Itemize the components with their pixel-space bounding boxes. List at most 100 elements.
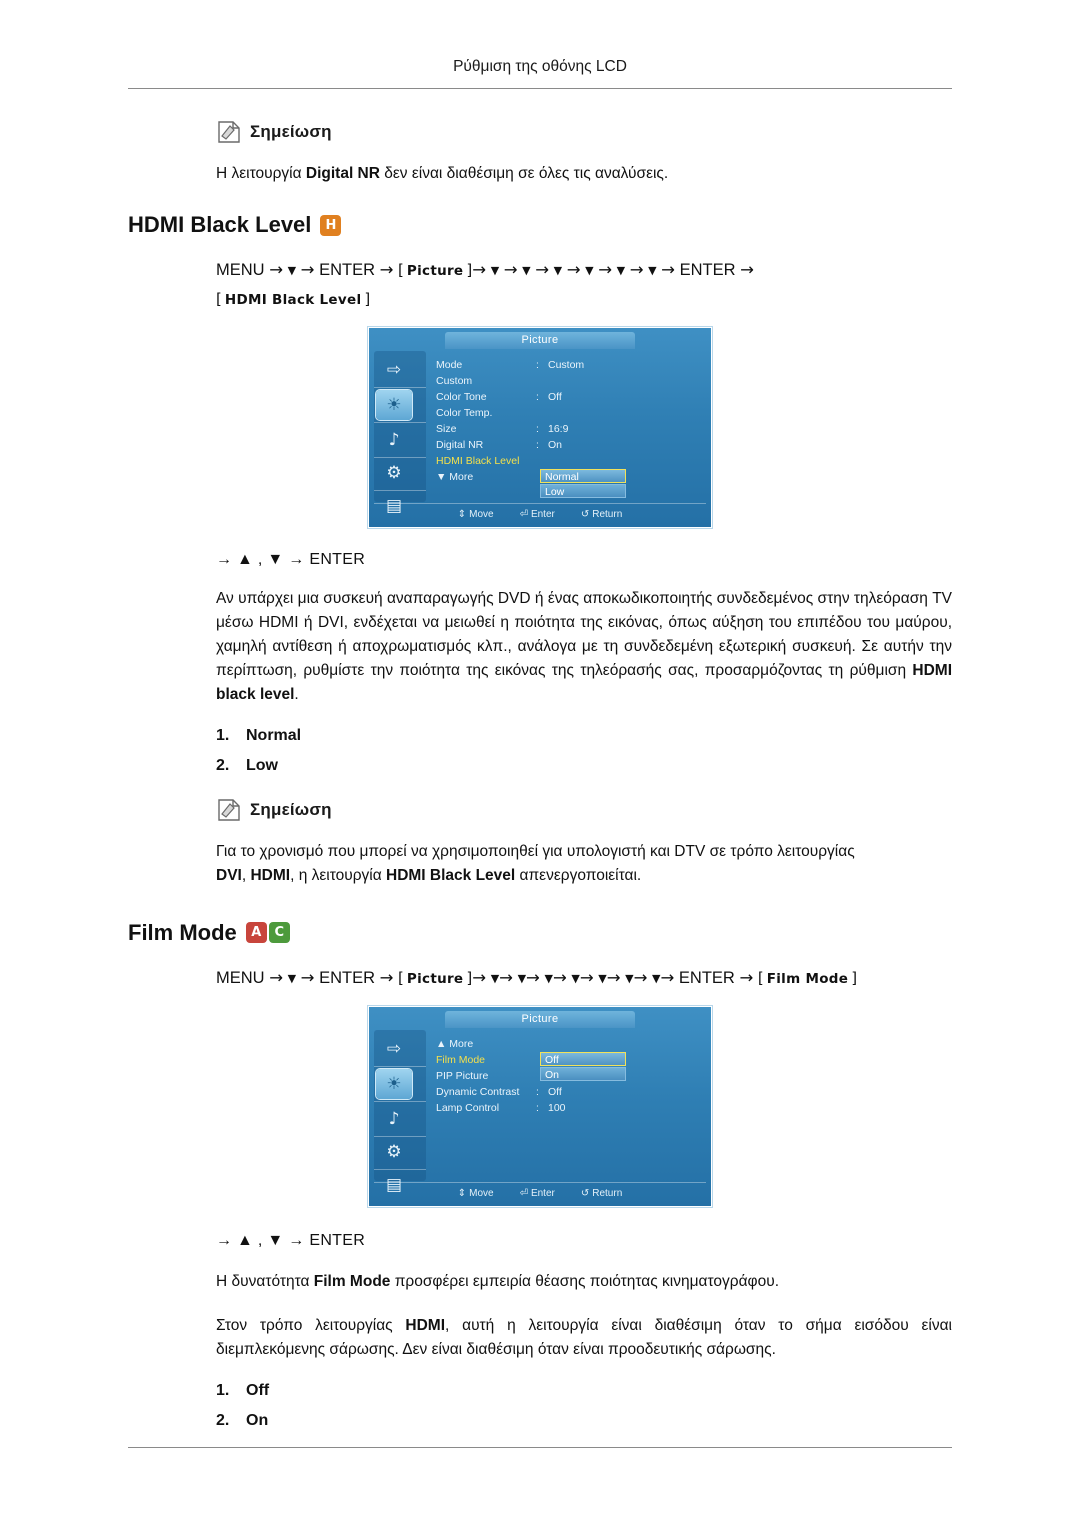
menu-path-film-mode: MENU → ▼ → ENTER → [Picture]→ ▼→ ▼→ ▼→ ▼… [216,967,858,987]
osd-sidebar-divider-1 [374,386,426,388]
paragraph-film-mode-1: Η δυνατότητα Film Mode προσφέρει εμπειρί… [216,1272,780,1290]
paragraph-bold-hdmi-black-level: HDMI black level [216,661,952,703]
osd-row[interactable]: Custom [436,373,704,389]
footer-divider [128,1447,952,1448]
osd-sidebar-divider-1 [374,1065,426,1067]
option-label: Low [246,757,278,775]
osd-row-more[interactable]: ▲ More [436,1036,704,1052]
osd-row-label: Size [436,422,457,435]
return-icon: ↺ [580,509,590,521]
osd-row-label: Color Tone [436,390,487,403]
option-label: Off [246,1381,270,1399]
option-number: 2. [216,757,230,775]
osd-screenshot-picture-film-mode: Picture ⇨ ☀ ♪ ⚙ ▤ ▲ More Film Mode PIP P… [367,1004,713,1208]
setup-icon: ⚙ [386,462,402,483]
osd-row-value: Off [548,1085,562,1098]
osd-row-label: Dynamic Contrast [436,1085,520,1098]
note-icon [216,798,242,822]
osd-row-colon: : [536,358,539,371]
osd-option-off[interactable]: Off [540,1051,626,1066]
osd-row[interactable]: Color Tone: Off [436,389,704,405]
osd-row-label: Lamp Control [436,1101,500,1114]
osd-row-colon: : [536,422,539,435]
osd-row-value: 100 [548,1101,566,1114]
menu-start-label: MENU [216,968,265,987]
osd-row-label: Film Mode [436,1053,486,1066]
setup-icon: ⚙ [386,1141,402,1162]
osd-row[interactable]: Digital NR: On [436,437,704,453]
option-item: 2. Low [216,751,952,781]
menu-enter-label-1: ENTER [319,968,376,987]
option-label: On [246,1411,269,1429]
menu-token-hdmi-black-level: HDMI Black Level [224,291,362,308]
header-title: Ρύθμιση της οθόνης LCD [453,58,627,75]
osd-icon-setup[interactable]: ⚙ [376,1137,412,1167]
enter-icon: ⏎ [519,509,528,521]
osd-icon-sound[interactable]: ♪ [376,1104,412,1134]
note-label: Σημείωση [250,799,332,819]
osd-row[interactable]: Mode: Custom [436,357,704,373]
menu-enter-label-1: ENTER [319,261,376,280]
paragraph-hdmi-black-level: Αν υπάρχει μια συσκευή αναπαραγωγής DVD … [216,589,952,703]
osd-icon-sound[interactable]: ♪ [376,425,412,455]
osd-row-value: Custom [548,358,585,371]
osd-footer-enter: ⏎ Enter [519,509,555,521]
osd-title-bar: Picture [445,331,635,349]
osd-row[interactable]: Lamp Control:100 [436,1100,704,1116]
option-label: Normal [246,726,302,744]
options-list-hdmi: 1. Normal 2. Low [216,721,952,782]
enter-line-film-mode: → ▲ , ▼ → ENTER [216,1231,366,1249]
option-item: 1. Off [216,1376,952,1406]
osd-row-label: Mode [436,358,463,371]
osd-footer-enter: ⏎ Enter [519,1188,555,1200]
section-title: Film Mode [128,919,237,945]
osd-row-value: 16:9 [548,422,569,435]
osd-row-selected[interactable]: HDMI Black Level [436,453,704,469]
sound-icon: ♪ [388,1108,400,1129]
note-1-bold: Digital NR [305,165,380,182]
menu-token-picture: Picture [406,970,464,987]
osd-option-low[interactable]: Low [540,483,626,498]
osd-icon-picture[interactable]: ☀ [376,389,412,420]
option-item: 1. Normal [216,721,952,751]
osd-option-normal[interactable]: Normal [540,468,626,483]
badge-c-icon: C [268,922,290,944]
menu-path-hdmi-black-level: MENU → ▼ → ENTER → [Picture]→ ▼ → ▼ → ▼ … [216,260,754,308]
osd-option-label: Off [545,1053,559,1066]
page-content: Σημείωση Η λειτουργία Digital NR δεν είν… [128,120,952,1436]
osd-title-bar: Picture [445,1010,635,1028]
osd-menu-rows: Mode: Custom Custom Color Tone: Off Color … [436,357,704,485]
move-icon: ⇕ [457,509,467,521]
note-block-2: Σημείωση [216,798,952,822]
note-block-1: Σημείωση [216,120,952,144]
osd-footer: ⇕ Move ⏎ Enter ↺ Return [374,502,706,524]
move-icon: ⇕ [457,1188,467,1200]
osd-row[interactable]: Size:16:9 [436,421,704,437]
osd-row[interactable]: Dynamic Contrast: Off [436,1084,704,1100]
osd-option-label: Low [545,485,565,498]
osd-option-label: On [545,1068,560,1081]
note-2-line-1: Για το χρονισμό που μπορεί να χρησιμοποι… [216,842,855,860]
note-label: Σημείωση [250,122,332,141]
enter-icon: ⏎ [519,1188,528,1200]
osd-row-value: On [548,438,563,451]
osd-row-colon: : [536,438,539,451]
osd-footer-move: ⇕ Move [457,1188,494,1200]
picture-icon: ☀ [386,1073,402,1094]
option-item: 2. On [216,1406,952,1436]
section-heading-hdmi-black-level: HDMI Black Level H [128,212,952,238]
osd-row[interactable]: Color Temp. [436,405,704,421]
osd-sidebar-divider-2 [374,421,426,423]
osd-icon-setup[interactable]: ⚙ [376,458,412,488]
note-1-text: Η λειτουργία Digital NR δεν είναι διαθέσ… [216,165,669,182]
osd-icon-input[interactable]: ⇨ [376,1034,412,1064]
osd-option-on[interactable]: On [540,1066,626,1081]
osd-row-label: ▲ More [436,1037,474,1050]
input-icon: ⇨ [386,1038,402,1059]
osd-icon-input[interactable]: ⇨ [376,355,412,385]
osd-footer-return: ↺ Return [580,1188,623,1200]
osd-icon-picture[interactable]: ☀ [376,1068,412,1099]
return-icon: ↺ [580,1188,590,1200]
osd-row-colon: : [536,1101,539,1114]
menu-enter-label-2: ENTER [679,261,736,280]
